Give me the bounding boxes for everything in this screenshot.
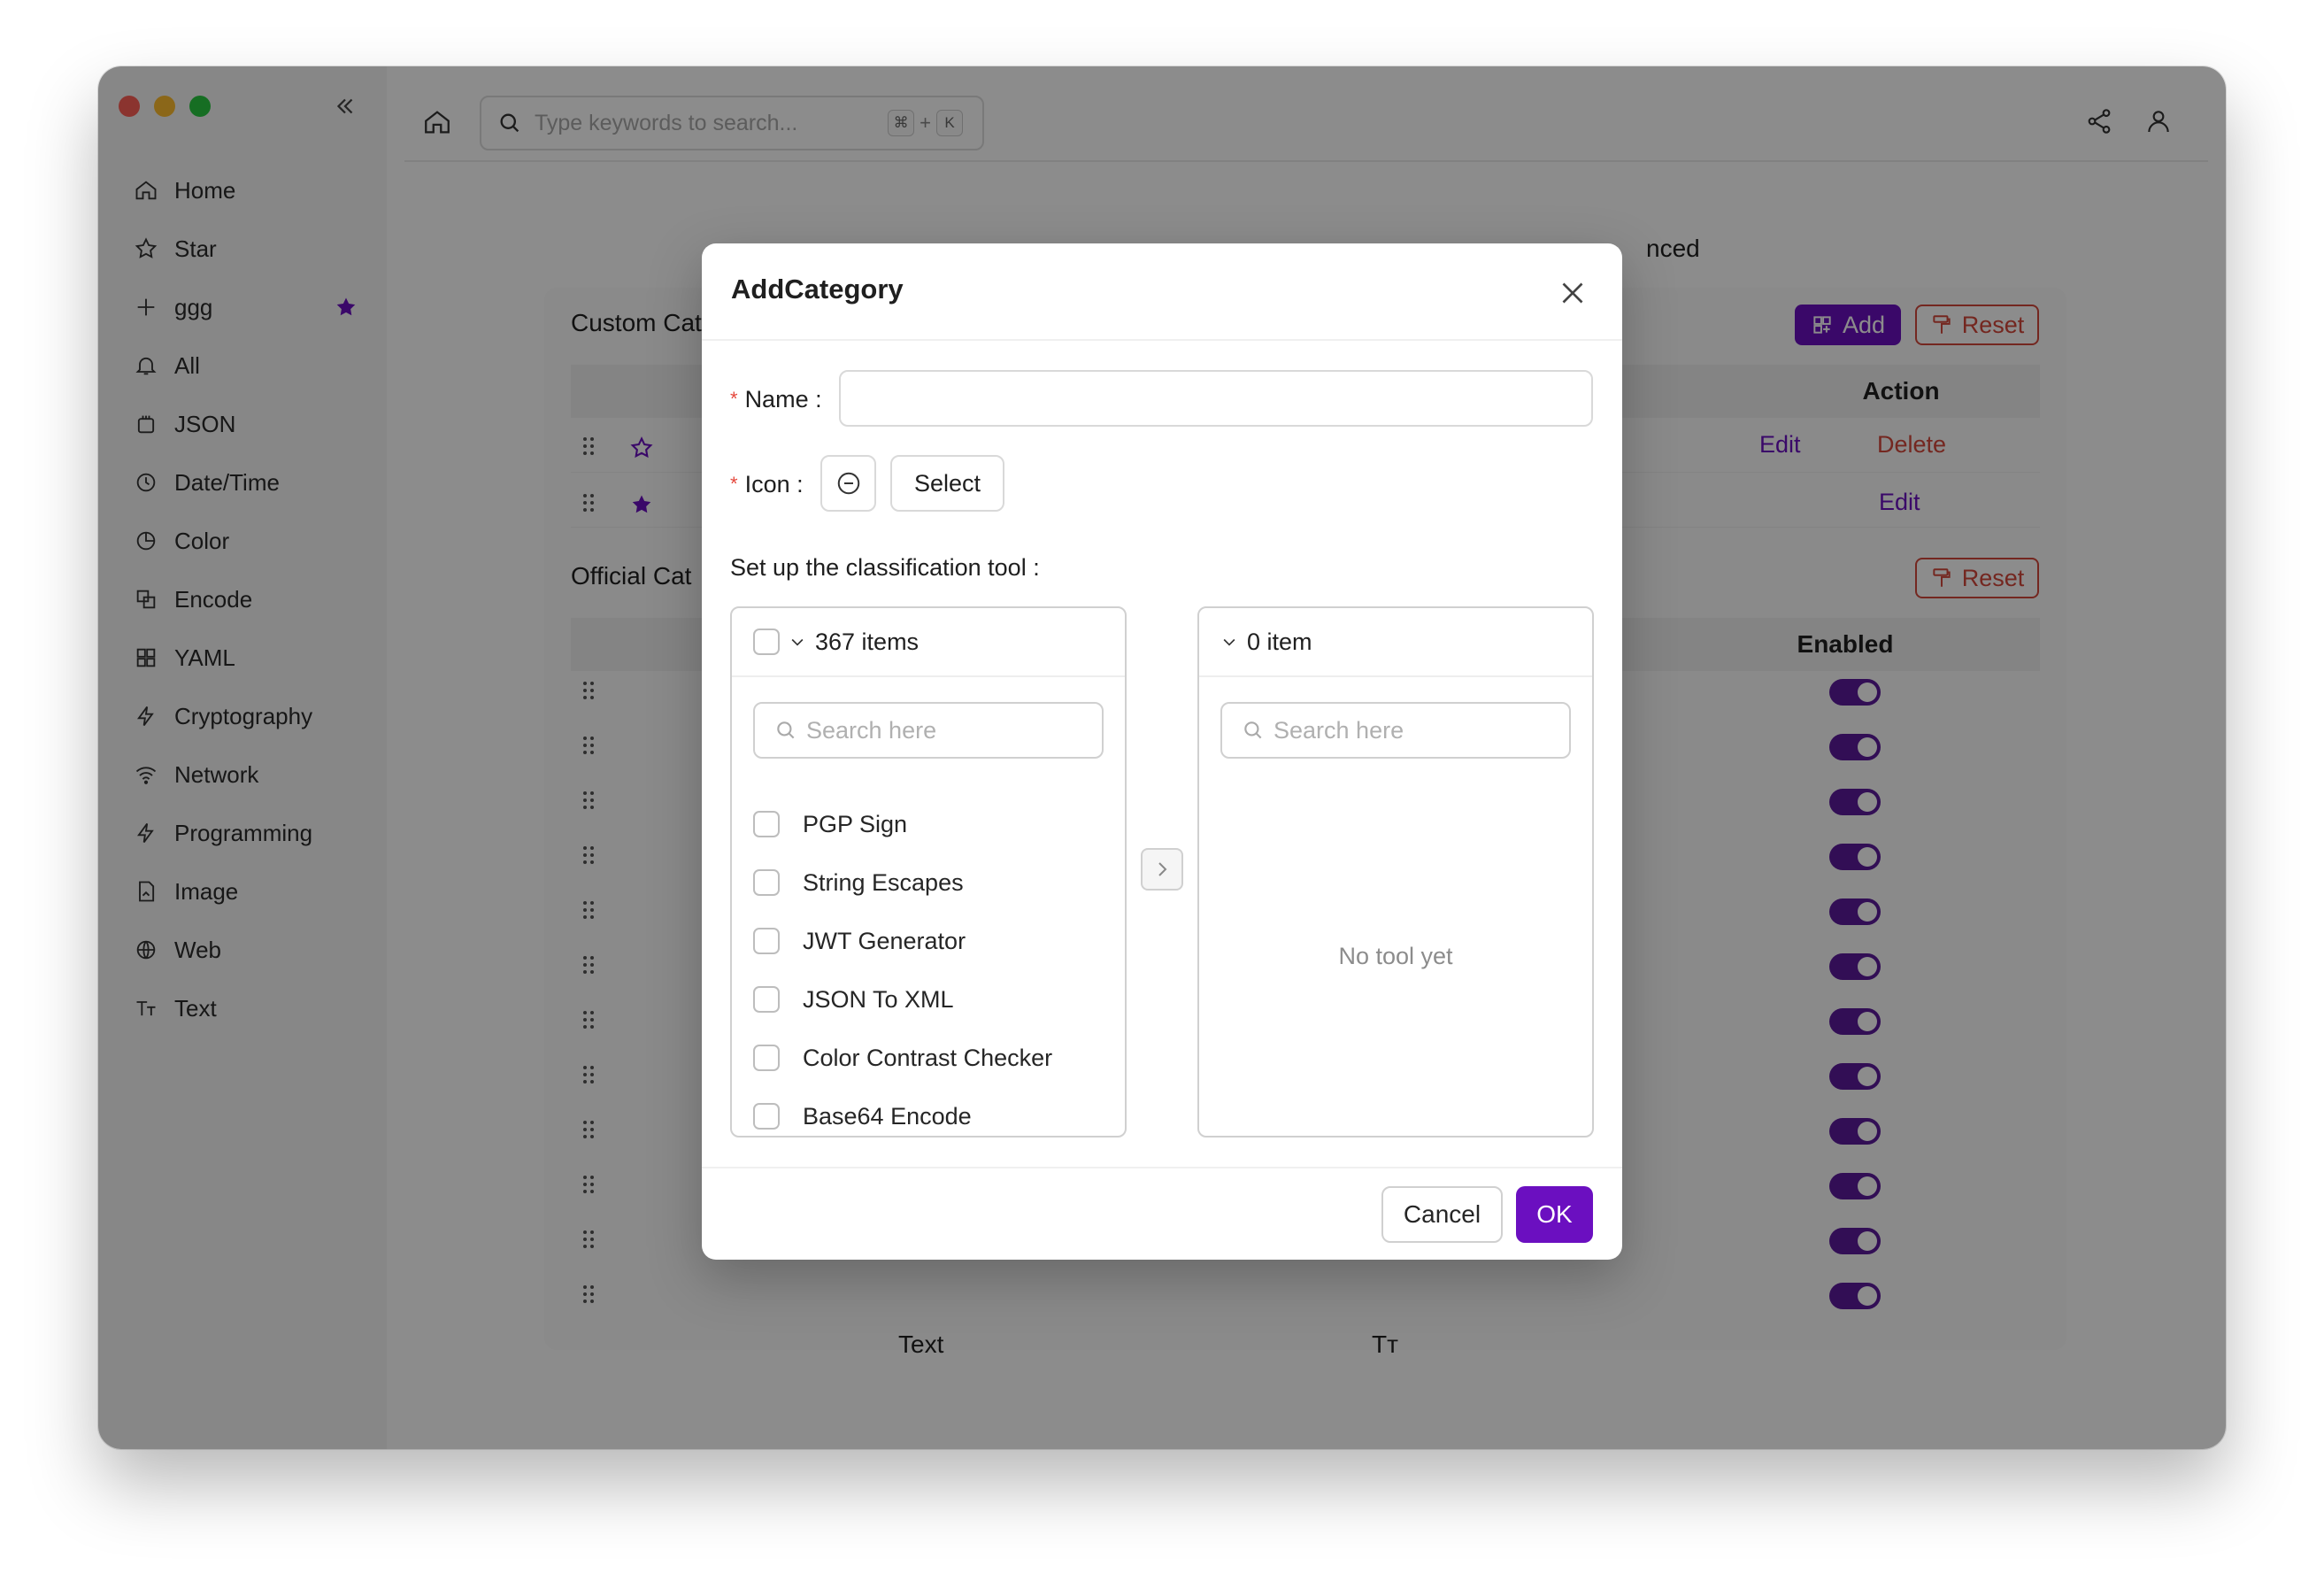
item-checkbox[interactable] xyxy=(753,1045,780,1071)
list-item[interactable]: JSON To XML xyxy=(753,982,954,1017)
item-label: PGP Sign xyxy=(803,810,908,837)
divider xyxy=(702,1167,1622,1168)
chevron-right-icon xyxy=(1158,862,1167,876)
select-icon-button[interactable]: Select xyxy=(890,455,1004,512)
select-label: Select xyxy=(913,469,981,497)
cancel-button[interactable]: Cancel xyxy=(1381,1186,1503,1243)
item-checkbox[interactable] xyxy=(753,1103,780,1130)
label-colon: : xyxy=(808,385,822,413)
item-label: Color Contrast Checker xyxy=(803,1044,1053,1071)
name-input[interactable] xyxy=(839,370,1593,427)
select-all-checkbox[interactable] xyxy=(753,629,780,655)
search-placeholder: Search here xyxy=(1274,716,1404,744)
source-search-input[interactable]: Search here xyxy=(753,702,1104,759)
source-count: 367 items xyxy=(815,628,920,655)
ok-label: OK xyxy=(1536,1200,1573,1228)
search-icon xyxy=(774,719,797,742)
target-list-header: 0 item xyxy=(1199,608,1592,677)
icon-preview-button[interactable] xyxy=(820,455,876,512)
target-list-panel: 0 item Search here No tool yet xyxy=(1197,606,1594,1138)
list-item[interactable]: String Escapes xyxy=(753,865,964,900)
item-checkbox[interactable] xyxy=(753,811,780,837)
item-checkbox[interactable] xyxy=(753,928,780,954)
tool-label: Set up the classification tool : xyxy=(730,550,1040,585)
name-label-text: Name xyxy=(744,385,809,413)
move-right-button[interactable] xyxy=(1141,848,1183,891)
source-list-panel: 367 items Search here PGP Sign String Es… xyxy=(730,606,1127,1138)
source-list-header: 367 items xyxy=(732,608,1125,677)
search-placeholder: Search here xyxy=(806,716,937,744)
dialog-title: AddCategory xyxy=(731,274,904,305)
ok-button[interactable]: OK xyxy=(1516,1186,1593,1243)
item-checkbox[interactable] xyxy=(753,869,780,896)
item-label: JWT Generator xyxy=(803,927,966,954)
item-checkbox[interactable] xyxy=(753,986,780,1013)
icon-label: * Icon : xyxy=(730,467,804,502)
item-label: Base64 Encode xyxy=(803,1102,972,1130)
list-item[interactable]: PGP Sign xyxy=(753,806,907,842)
required-mark: * xyxy=(730,388,738,410)
list-item[interactable]: Color Contrast Checker xyxy=(753,1040,1052,1076)
item-label: JSON To XML xyxy=(803,985,954,1013)
icon-label-text: Icon xyxy=(744,470,790,497)
tool-label-text: Set up the classification tool xyxy=(730,553,1027,581)
required-mark: * xyxy=(730,473,738,495)
empty-state-text: No tool yet xyxy=(1338,943,1453,969)
target-search-input[interactable]: Search here xyxy=(1220,702,1571,759)
close-icon[interactable] xyxy=(1557,277,1589,309)
name-label: * Name : xyxy=(730,382,822,417)
item-label: String Escapes xyxy=(803,868,964,896)
label-colon: : xyxy=(1026,553,1040,581)
minus-circle-icon xyxy=(837,472,859,495)
list-item[interactable]: Base64 Encode xyxy=(753,1099,972,1134)
list-item[interactable]: JWT Generator xyxy=(753,923,966,959)
add-category-dialog: AddCategory * Name : * Icon : Select Set… xyxy=(702,243,1622,1260)
chevron-down-icon[interactable] xyxy=(1220,633,1238,651)
label-colon: : xyxy=(789,470,804,497)
search-icon xyxy=(1242,719,1265,742)
target-count: 0 item xyxy=(1247,628,1312,655)
divider xyxy=(702,339,1622,341)
chevron-down-icon[interactable] xyxy=(789,633,806,651)
cancel-label: Cancel xyxy=(1403,1200,1481,1228)
